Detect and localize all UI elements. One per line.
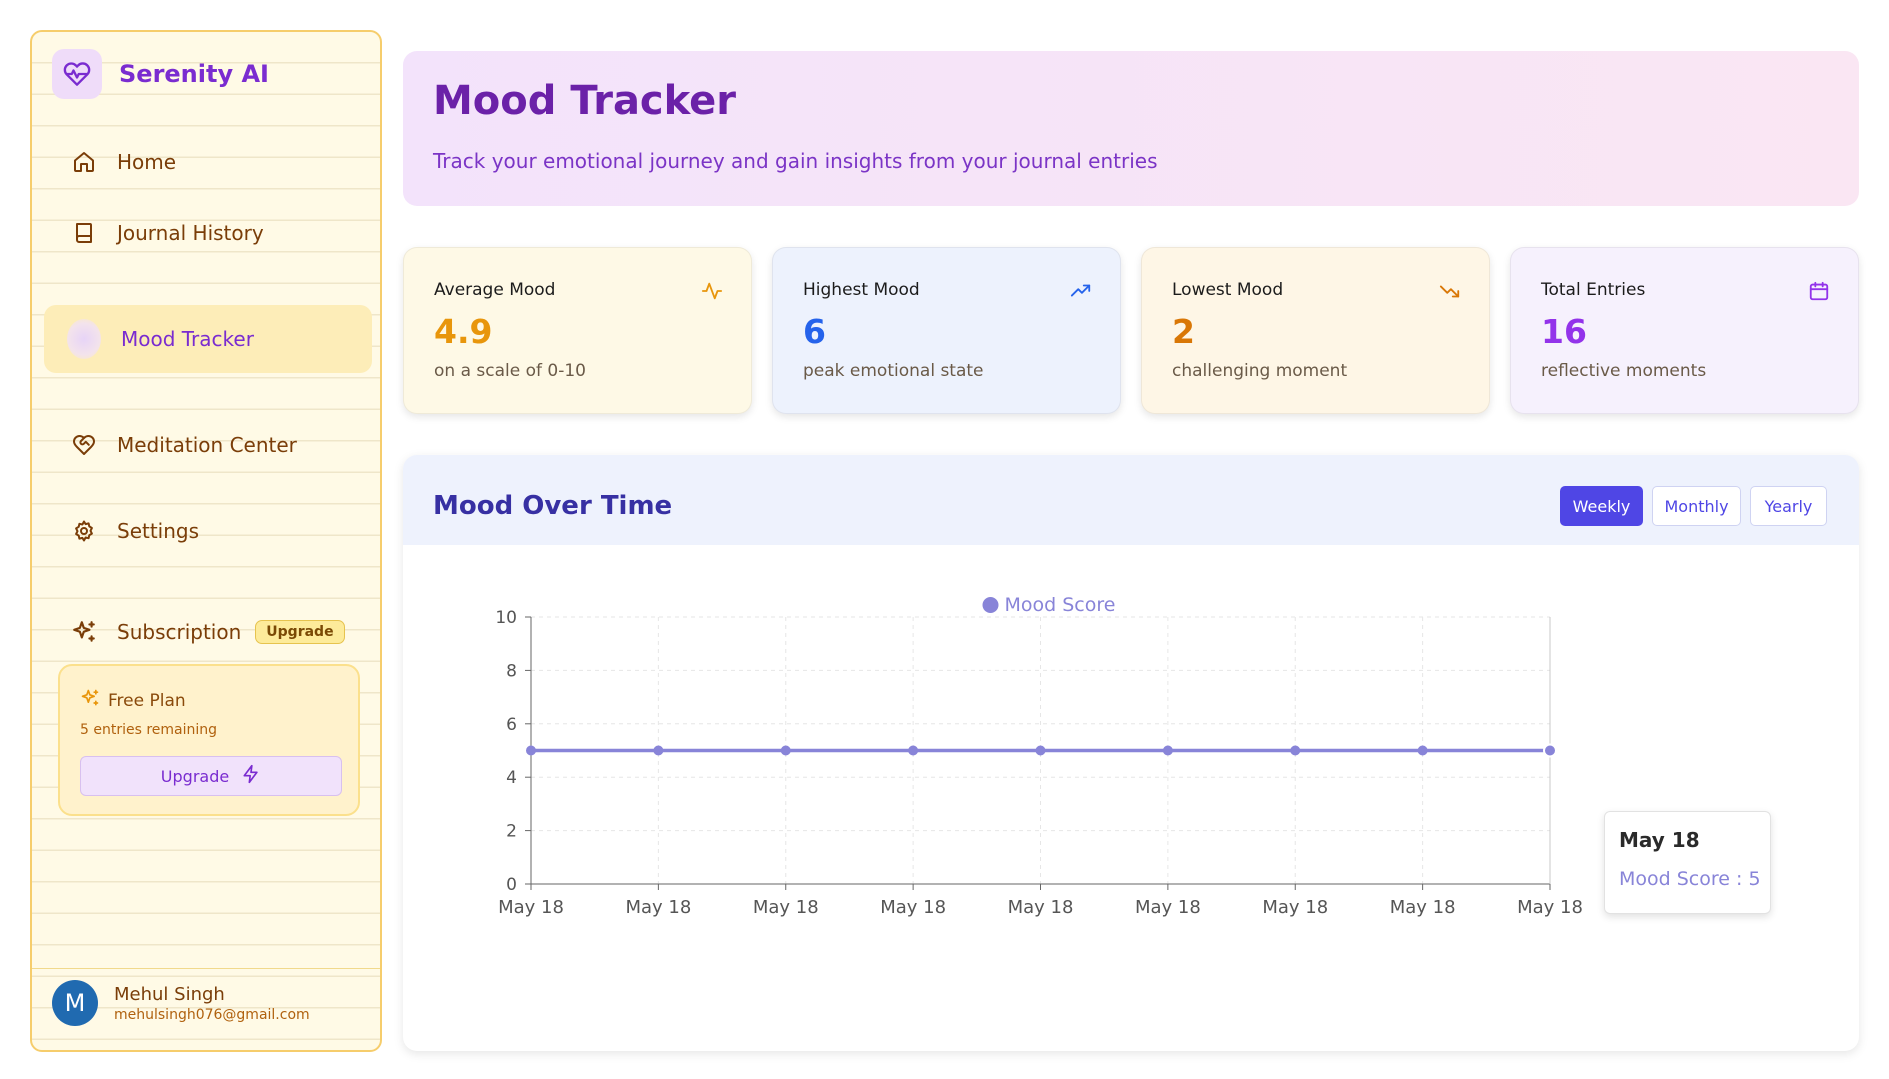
data-point — [526, 745, 536, 756]
x-tick-label: May 18 — [498, 897, 564, 918]
stat-title: Average Mood — [434, 280, 556, 300]
data-point — [1543, 743, 1557, 758]
stat-value: 4.9 — [434, 312, 493, 351]
page-title: Mood Tracker — [433, 78, 737, 124]
user-info: Mehul Singh mehulsingh076@gmail.com — [114, 984, 310, 1023]
tooltip-title: May 18 — [1619, 828, 1700, 852]
tooltip-value: Mood Score : 5 — [1619, 868, 1761, 890]
x-tick-label: May 18 — [625, 897, 691, 918]
mood-line-chart[interactable]: 0246810May 18 May 18 May 18 May 18 May 18 May… — [403, 545, 1859, 1051]
sidebar-item-label: Mood Tracker — [121, 327, 254, 351]
upgrade-badge[interactable]: Upgrade — [255, 620, 345, 644]
stat-description: reflective moments — [1541, 361, 1707, 381]
sidebar-item-label: Journal History — [117, 221, 264, 245]
trending-up-icon — [1070, 280, 1092, 302]
heart-handshake-icon — [71, 432, 97, 458]
sidebar-divider — [32, 968, 380, 969]
x-tick-label: May 18 — [1390, 897, 1456, 918]
data-point — [780, 745, 791, 756]
x-tick-label: May 18 — [753, 897, 819, 918]
data-point — [1290, 745, 1301, 756]
x-tick-label: May 18 — [1517, 897, 1583, 918]
sidebar-item-label: Settings — [117, 519, 200, 543]
stat-card-lowest-mood: Lowest Mood 2 challenging moment — [1141, 247, 1490, 414]
stat-card-average-mood: Average Mood 4.9 on a scale of 0-10 — [403, 247, 752, 414]
sidebar-item-subscription[interactable]: Subscription Upgrade — [44, 598, 372, 666]
x-tick-label: May 18 — [1008, 897, 1074, 918]
sidebar-item-label: Home — [117, 150, 177, 174]
stat-title: Total Entries — [1541, 280, 1646, 300]
plan-upgrade-button[interactable]: Upgrade — [80, 756, 342, 796]
chart-header: Mood Over Time Weekly Monthly Yearly — [403, 455, 1859, 545]
sidebar-item-meditation-center[interactable]: Meditation Center — [44, 411, 372, 479]
user-name: Mehul Singh — [114, 983, 225, 1005]
x-tick-label: May 18 — [1262, 897, 1328, 918]
stat-title: Lowest Mood — [1172, 280, 1284, 300]
page-subtitle: Track your emotional journey and gain in… — [433, 149, 1158, 173]
sidebar-item-journal-history[interactable]: Journal History — [44, 199, 372, 267]
stat-description: on a scale of 0-10 — [434, 361, 586, 381]
stat-value: 2 — [1172, 312, 1195, 351]
data-point — [1417, 745, 1428, 756]
x-tick-label: May 18 — [880, 897, 946, 918]
data-point — [653, 745, 664, 756]
avatar[interactable]: M — [52, 980, 98, 1026]
gear-icon — [71, 518, 97, 544]
sparkles-icon — [71, 619, 97, 645]
range-weekly-button[interactable]: Weekly — [1560, 486, 1643, 526]
plan-upgrade-label: Upgrade — [160, 766, 230, 786]
stat-value: 6 — [803, 312, 826, 351]
book-icon — [71, 220, 97, 246]
stat-description: peak emotional state — [803, 361, 984, 381]
brand[interactable]: Serenity AI — [52, 49, 269, 99]
calendar-icon — [1808, 280, 1830, 302]
y-tick-label: 8 — [506, 661, 517, 681]
y-tick-label: 10 — [495, 608, 517, 628]
sidebar-item-settings[interactable]: Settings — [44, 497, 372, 565]
y-tick-label: 2 — [506, 822, 517, 842]
zap-icon — [241, 764, 261, 788]
chart-title: Mood Over Time — [433, 491, 673, 521]
activity-icon — [701, 280, 723, 302]
brand-name: Serenity AI — [119, 60, 269, 88]
stat-value: 16 — [1541, 312, 1587, 351]
sparkles-icon — [80, 688, 100, 713]
user-profile[interactable]: M Mehul Singh mehulsingh076@gmail.com — [52, 980, 310, 1026]
data-point — [1162, 745, 1173, 756]
stat-description: challenging moment — [1172, 361, 1348, 381]
legend-marker — [982, 597, 999, 613]
plan-remaining: 5 entries remaining — [80, 722, 218, 738]
sidebar-item-home[interactable]: Home — [44, 128, 372, 196]
range-monthly-button[interactable]: Monthly — [1652, 486, 1741, 526]
data-point — [1035, 745, 1046, 756]
range-yearly-button[interactable]: Yearly — [1750, 486, 1827, 526]
heart-pulse-icon — [52, 49, 102, 99]
stat-card-total-entries: Total Entries 16 reflective moments — [1510, 247, 1859, 414]
sidebar-item-label: Subscription — [117, 620, 242, 644]
mood-chart-panel: Mood Over Time Weekly Monthly Yearly 0 2 4… — [403, 455, 1859, 1051]
plan-card: Free Plan 5 entries remaining Upgrade — [58, 664, 360, 816]
plan-title-text: Free Plan — [108, 690, 186, 711]
data-point — [908, 745, 919, 756]
stat-title: Highest Mood — [803, 280, 920, 300]
mood-icon — [67, 319, 101, 359]
y-tick-label: 0 — [506, 875, 517, 895]
sidebar-item-mood-tracker[interactable]: Mood Tracker — [44, 305, 372, 373]
sidebar-item-label: Meditation Center — [117, 433, 297, 457]
y-tick-label: 6 — [506, 715, 517, 735]
home-icon — [71, 149, 97, 175]
chart-tooltip: May 18 Mood Score : 5 — [1604, 811, 1771, 914]
trending-down-icon — [1439, 280, 1461, 302]
x-tick-label: May 18 — [1135, 897, 1201, 918]
stat-card-highest-mood: Highest Mood 6 peak emotional state — [772, 247, 1121, 414]
y-tick-label: 4 — [506, 768, 517, 788]
user-email: mehulsingh076@gmail.com — [114, 1006, 310, 1023]
page-header: Mood Tracker Track your emotional journe… — [403, 51, 1859, 206]
sidebar: Serenity AI Home Journal History Mood Tr… — [30, 30, 382, 1052]
legend-label: Mood Score — [1005, 594, 1116, 616]
plan-title: Free Plan — [80, 688, 186, 713]
